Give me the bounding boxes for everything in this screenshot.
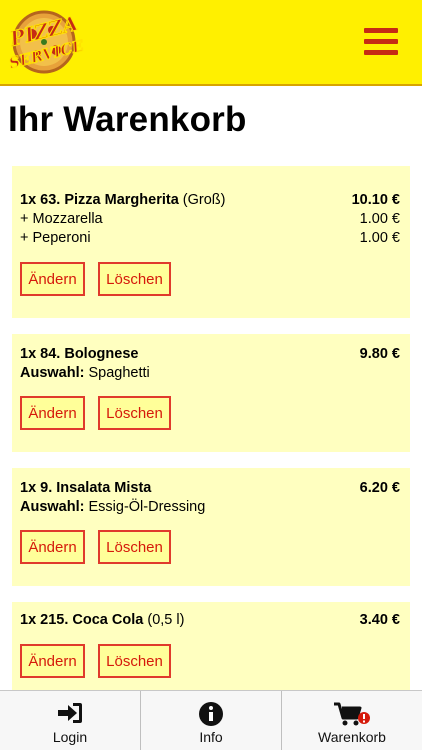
item-variant: (Groß) xyxy=(182,192,226,208)
choice-label: Auswahl: xyxy=(20,499,85,515)
choice-value: Essig-Öl-Dressing xyxy=(88,499,206,515)
edit-button[interactable]: Ändern xyxy=(20,396,85,430)
cart-item: 1x 63. Pizza Margherita (Groß) 10.10 € +… xyxy=(12,166,410,318)
edit-button[interactable]: Ändern xyxy=(20,644,85,678)
item-title: 1x 9. Insalata Mista xyxy=(20,480,152,496)
edit-button[interactable]: Ändern xyxy=(20,262,85,296)
delete-button[interactable]: Löschen xyxy=(98,530,171,564)
item-title: 1x 63. Pizza Margherita xyxy=(20,192,179,208)
tab-label: Warenkorb xyxy=(318,729,386,745)
delete-button[interactable]: Löschen xyxy=(98,644,171,678)
item-price: 10.10 € xyxy=(351,192,400,208)
hamburger-menu-button[interactable] xyxy=(364,28,398,58)
cart-item: 1x 9. Insalata Mista 6.20 € Auswahl: Ess… xyxy=(12,468,410,586)
choice-value: Spaghetti xyxy=(88,365,150,381)
login-icon xyxy=(58,703,82,723)
page-title: Ihr Warenkorb xyxy=(8,100,247,139)
tab-label: Login xyxy=(52,729,88,745)
tab-info[interactable]: Info xyxy=(141,691,282,750)
extra-label: + Mozzarella xyxy=(20,211,103,227)
item-variant: (0,5 l) xyxy=(147,612,185,628)
delete-button[interactable]: Löschen xyxy=(98,396,171,430)
extra-price: 1.00 € xyxy=(359,230,400,246)
choice-label: Auswahl: xyxy=(20,365,85,381)
cart-item: 1x 215. Coca Cola (0,5 l) 3.40 € Ändern … xyxy=(12,602,410,702)
item-title: 1x 84. Bolognese xyxy=(20,346,139,362)
edit-button[interactable]: Ändern xyxy=(20,530,85,564)
extra-price: 1.00 € xyxy=(359,211,400,227)
info-icon xyxy=(199,702,223,726)
item-price: 3.40 € xyxy=(359,612,400,628)
tab-label: Info xyxy=(199,729,223,745)
delete-button[interactable]: Löschen xyxy=(98,262,171,296)
item-price: 6.20 € xyxy=(359,480,400,496)
hamburger-icon xyxy=(364,28,398,33)
bottom-tab-bar: Login Info Warenkorb xyxy=(0,690,422,750)
item-price: 9.80 € xyxy=(359,346,400,362)
tab-warenkorb[interactable]: Warenkorb xyxy=(282,691,422,750)
app-header: PIZZA SERVICE xyxy=(0,0,422,86)
cart-icon xyxy=(334,702,370,726)
tab-login[interactable]: Login xyxy=(0,691,141,750)
pizza-service-logo[interactable]: PIZZA SERVICE xyxy=(4,4,90,76)
item-title: 1x 215. Coca Cola xyxy=(20,612,144,628)
cart-item: 1x 84. Bolognese 9.80 € Auswahl: Spaghet… xyxy=(12,334,410,452)
extra-label: + Peperoni xyxy=(20,230,91,246)
